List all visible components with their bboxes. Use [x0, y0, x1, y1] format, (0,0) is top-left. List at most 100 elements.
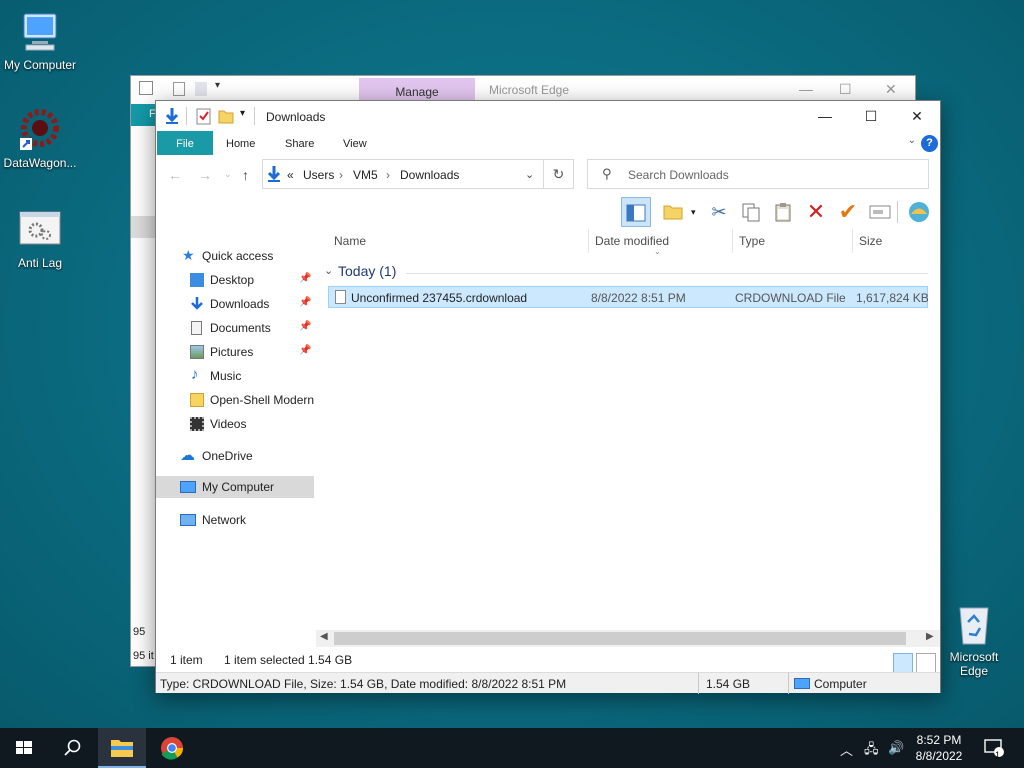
navigation-pane-icon[interactable]	[621, 197, 651, 227]
breadcrumb-vm5[interactable]: VM5	[353, 168, 378, 182]
new-folder-icon[interactable]	[218, 107, 234, 125]
chevron-down-icon[interactable]: ⌄	[224, 169, 232, 180]
address-bar[interactable]: « Users › VM5 › Downloads ⌄	[262, 159, 544, 189]
ribbon-expand-icon[interactable]: ⌄	[908, 135, 916, 146]
breadcrumb-separator: ›	[339, 168, 343, 182]
folder-options-icon[interactable]	[658, 197, 688, 227]
table-row[interactable]: Unconfirmed 237455.crdownload 8/8/2022 8…	[328, 286, 929, 308]
column-name[interactable]: Name	[334, 229, 366, 253]
details-location: Computer	[814, 677, 867, 691]
monitor-icon	[18, 10, 62, 54]
sidebar-item-open-shell[interactable]: Open-Shell Modern	[156, 389, 314, 411]
minimize-button[interactable]: —	[802, 101, 848, 131]
details-size: 1.54 GB	[706, 677, 751, 691]
search-box[interactable]: ⚲ Search Downloads	[587, 159, 929, 189]
open-shell-icon[interactable]	[904, 197, 934, 227]
divider	[852, 229, 853, 253]
volume-icon[interactable]: 🔊	[888, 740, 904, 756]
recycle-bin-icon	[952, 602, 996, 646]
sidebar-item-network[interactable]: Network	[156, 509, 314, 531]
background-window-titlebar: ▾ Manage Microsoft Edge — ☐ ✕	[131, 76, 915, 102]
classic-toolbar: ▾ ✂ ✕ ✔	[156, 197, 940, 227]
sidebar-item-label: My Computer	[202, 480, 275, 494]
large-icons-view-icon[interactable]	[916, 653, 936, 673]
search-input[interactable]: Search Downloads	[628, 168, 729, 182]
horizontal-scrollbar[interactable]: ◀ ▶	[316, 630, 940, 647]
chevron-up-icon[interactable]: ︿	[840, 740, 853, 759]
tab-view[interactable]: View	[343, 131, 367, 155]
divider	[254, 107, 255, 125]
chevron-down-icon[interactable]: ▾	[691, 207, 696, 218]
close-icon[interactable]: ✕	[885, 81, 897, 98]
sidebar-item-quick-access[interactable]: ★ Quick access	[156, 245, 314, 267]
gear-cluster-icon	[18, 108, 62, 152]
group-header[interactable]: Today (1)	[338, 263, 396, 279]
divider	[732, 229, 733, 253]
sidebar-item-pictures[interactable]: Pictures 📌	[156, 341, 314, 363]
breadcrumb-users[interactable]: Users	[303, 168, 334, 182]
breadcrumb-downloads[interactable]: Downloads	[400, 168, 459, 182]
sidebar-item-videos[interactable]: Videos	[156, 413, 314, 435]
column-size[interactable]: Size	[859, 229, 882, 253]
up-arrow-icon[interactable]: ↑	[242, 167, 249, 183]
sidebar-item-documents[interactable]: Documents 📌	[156, 317, 314, 339]
taskbar-chrome[interactable]	[148, 728, 196, 768]
chevron-down-icon[interactable]: ⌄	[324, 264, 333, 277]
music-note-icon: ♪	[191, 366, 199, 383]
settings-window-icon	[18, 208, 62, 252]
paste-icon[interactable]	[768, 197, 798, 227]
copy-icon[interactable]	[736, 197, 766, 227]
maximize-button[interactable]: ☐	[848, 101, 894, 131]
forward-arrow-icon[interactable]: →	[198, 167, 212, 183]
background-status-count: 95 it	[133, 650, 154, 662]
chevron-down-icon[interactable]: ▾	[240, 108, 245, 119]
cut-icon[interactable]: ✂	[704, 197, 734, 227]
back-arrow-icon[interactable]: ←	[168, 167, 182, 183]
scroll-left-icon[interactable]: ◀	[320, 631, 328, 642]
sidebar-item-desktop[interactable]: Desktop 📌	[156, 269, 314, 291]
clock[interactable]: 8:52 PM 8/8/2022	[906, 732, 972, 764]
clock-date: 8/8/2022	[915, 749, 963, 763]
tab-file[interactable]: File	[157, 131, 213, 155]
chevron-down-icon[interactable]: ⌄	[525, 168, 534, 181]
desktop-icon-anti-lag[interactable]: Anti Lag	[0, 208, 80, 270]
rename-icon[interactable]	[865, 197, 895, 227]
properties-icon[interactable]	[196, 107, 212, 125]
maximize-icon[interactable]: ☐	[839, 81, 852, 98]
column-type[interactable]: Type	[739, 229, 765, 253]
navigation-pane: ★ Quick access Desktop 📌 Downloads 📌 Doc…	[156, 241, 316, 621]
delete-icon[interactable]: ✕	[801, 197, 831, 227]
sidebar-item-my-computer[interactable]: My Computer	[156, 476, 314, 498]
search-button[interactable]	[48, 728, 96, 768]
sidebar-item-onedrive[interactable]: ☁ OneDrive	[156, 445, 314, 467]
sidebar-item-music[interactable]: ♪ Music	[156, 365, 314, 387]
taskbar-file-explorer[interactable]	[98, 728, 146, 768]
close-button[interactable]: ✕	[894, 101, 940, 131]
help-icon[interactable]: ?	[921, 135, 938, 152]
folder-icon	[111, 740, 133, 757]
network-tray-icon[interactable]: 🖧	[864, 740, 879, 762]
clock-time: 8:52 PM	[916, 733, 962, 747]
new-folder-icon	[195, 82, 207, 96]
scrollbar-thumb[interactable]	[334, 632, 906, 645]
details-view-icon[interactable]	[893, 653, 913, 673]
desktop-icon-recycle-bin[interactable]: Microsoft Edge	[934, 602, 1014, 678]
tab-share[interactable]: Share	[285, 131, 314, 155]
start-button[interactable]	[0, 728, 48, 768]
scroll-right-icon[interactable]: ▶	[926, 631, 934, 642]
sidebar-item-downloads[interactable]: Downloads 📌	[156, 293, 314, 315]
sidebar-item-label: Downloads	[210, 297, 270, 311]
breadcrumb-overflow[interactable]: «	[287, 168, 294, 182]
desktop-icon-datawagon[interactable]: DataWagon...	[0, 108, 80, 170]
search-icon: ⚲	[602, 166, 612, 181]
star-icon: ★	[182, 247, 195, 263]
ribbon-tabs: File Home Share View	[156, 131, 940, 155]
desktop-icon-my-computer[interactable]: My Computer	[0, 10, 80, 72]
manage-tab[interactable]: Manage	[359, 78, 475, 102]
minimize-icon[interactable]: —	[799, 81, 813, 97]
file-explorer-window[interactable]: ▾ Downloads — ☐ ✕ File Home Share View ⌄…	[155, 100, 941, 694]
refresh-icon: ↻	[552, 166, 565, 182]
refresh-button[interactable]: ↻	[544, 159, 574, 189]
tab-home[interactable]: Home	[226, 131, 255, 155]
properties-check-icon[interactable]: ✔	[833, 197, 863, 227]
